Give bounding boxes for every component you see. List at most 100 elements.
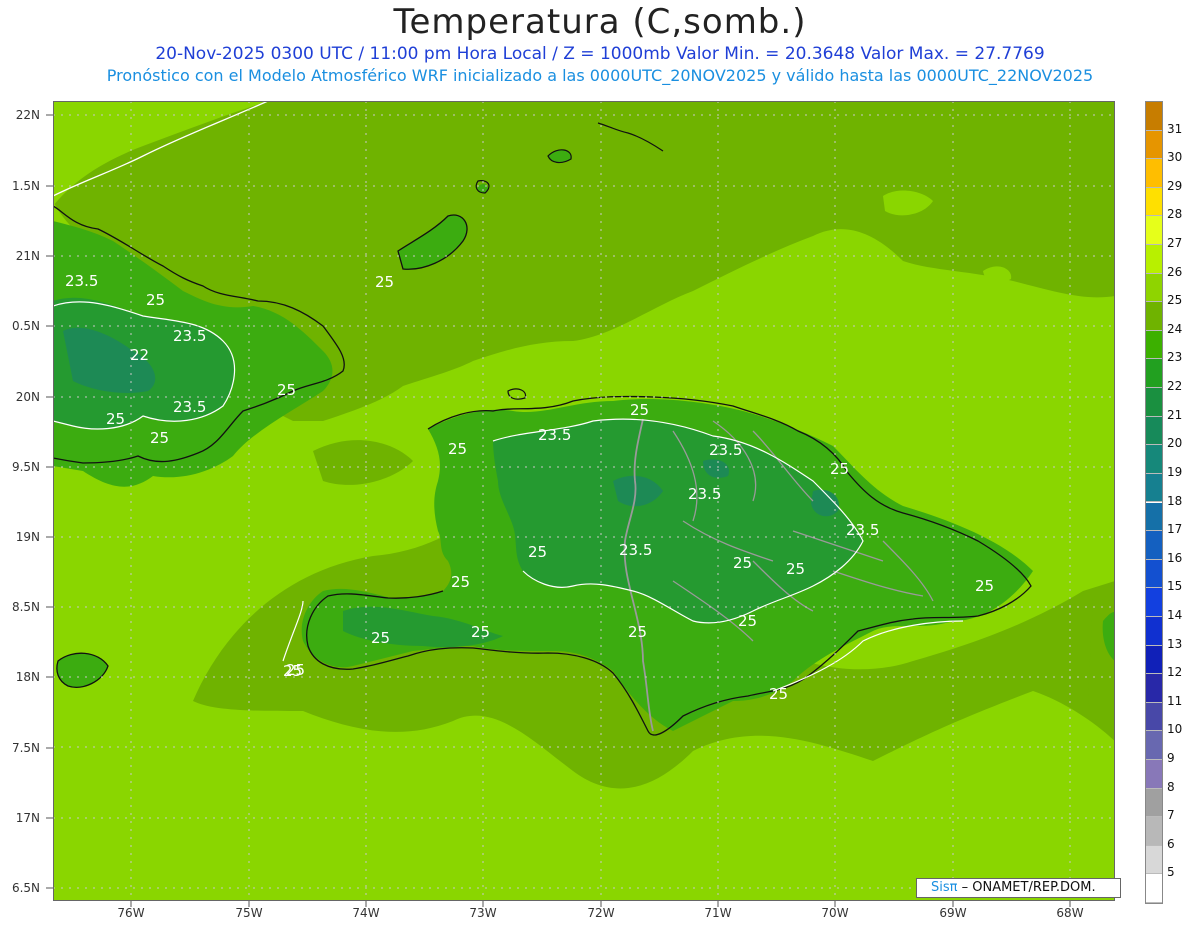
contour-label: 25	[786, 560, 805, 578]
y-tick-label: 21N	[15, 249, 40, 263]
contour-label: 23.5	[619, 541, 652, 559]
contour-label: 25	[375, 273, 394, 291]
colorbar-cell	[1146, 559, 1162, 589]
contour-label: 23.5	[538, 426, 571, 444]
colorbar-label: 15	[1167, 579, 1183, 594]
contour-label: 25	[451, 573, 470, 591]
colorbar-label: 27	[1167, 236, 1183, 251]
colorbar-cell	[1146, 388, 1162, 417]
contour-label: 25	[738, 612, 757, 630]
contour-label: 25	[733, 554, 752, 572]
colorbar-label: 19	[1167, 464, 1183, 479]
colorbar-cell	[1146, 502, 1162, 532]
colorbar-cell	[1146, 845, 1162, 875]
y-tick-label: 18N	[15, 670, 40, 684]
x-tick-label: 72W	[587, 906, 615, 920]
colorbar-label: 30	[1167, 150, 1183, 165]
y-tick-label: 17N	[15, 811, 40, 825]
colorbar-cell	[1146, 187, 1162, 217]
colorbar-label: 28	[1167, 207, 1183, 222]
colorbar-cell	[1146, 674, 1162, 703]
y-tick-label: 8.5N	[11, 600, 40, 614]
colorbar-cell	[1146, 731, 1162, 760]
colorbar-label: 26	[1167, 264, 1183, 279]
colorbar-label: 14	[1167, 607, 1183, 622]
contour-label: 25	[150, 429, 169, 447]
colorbar-label: 10	[1167, 722, 1183, 737]
colorbar-label: 6	[1167, 836, 1175, 851]
colorbar-cell	[1146, 588, 1162, 617]
colorbar-label: 11	[1167, 693, 1183, 708]
x-tick-label: 75W	[235, 906, 263, 920]
credit-sis: Sisπ	[931, 880, 958, 895]
contour-label: 23.5	[173, 398, 206, 416]
contour-label: 23.5	[688, 485, 721, 503]
colorbar-label: 22	[1167, 379, 1183, 394]
y-tick-label: 9.5N	[11, 460, 40, 474]
contour-label: 23.5	[846, 521, 879, 539]
contour-label: 25	[830, 460, 849, 478]
contour-label: 25	[106, 410, 125, 428]
colorbar-label: 7	[1167, 808, 1175, 823]
colorbar-label: 12	[1167, 665, 1183, 680]
colorbar-cell	[1146, 330, 1162, 360]
y-tick-label: 20N	[15, 390, 40, 404]
colorbar-cell	[1146, 302, 1162, 331]
colorbar-cell	[1146, 102, 1162, 131]
colorbar-label: 18	[1167, 493, 1183, 508]
contour-label: 25	[471, 623, 490, 641]
contour-label: 25	[628, 623, 647, 641]
contour-label: 25	[630, 401, 649, 419]
contour-label: 25	[769, 685, 788, 703]
x-tick-label: 74W	[352, 906, 380, 920]
x-tick-label: 71W	[704, 906, 732, 920]
colorbar-label: 24	[1167, 321, 1183, 336]
colorbar-cell	[1146, 445, 1162, 474]
colorbar-cell	[1146, 473, 1162, 503]
map-title: Temperatura (C,somb.)	[393, 2, 807, 42]
contour-label: 25	[528, 543, 547, 561]
map-subtitle-model-info: Pronóstico con el Modelo Atmosférico WRF…	[106, 66, 1094, 85]
y-tick-label: 6.5N	[11, 881, 40, 895]
temperature-map: 23.5 25 22 23.5 23.5 25 25 25 25 25 23.5…	[53, 101, 1115, 901]
x-tick-label: 68W	[1056, 906, 1084, 920]
colorbar-label: 23	[1167, 350, 1183, 365]
contour-label: 25	[975, 577, 994, 595]
colorbar-cell	[1146, 788, 1162, 818]
colorbar-cell	[1146, 531, 1162, 560]
colorbar-cell	[1146, 216, 1162, 246]
colorbar-label: 31	[1167, 121, 1183, 136]
contour-label: 23.5	[173, 327, 206, 345]
colorbar-label: 20	[1167, 436, 1183, 451]
colorbar-label: 13	[1167, 636, 1183, 651]
colorbar-cell	[1146, 273, 1162, 303]
colorbar-label: 16	[1167, 550, 1183, 565]
contour-label: 22	[130, 346, 149, 364]
contour-label: 23.5	[65, 272, 98, 290]
colorbar-label: 5	[1167, 865, 1175, 880]
x-tick-label: 70W	[821, 906, 849, 920]
colorbar-label: 21	[1167, 407, 1183, 422]
colorbar-cell	[1146, 245, 1162, 274]
colorbar-label: 9	[1167, 750, 1175, 765]
colorbar-cell	[1146, 616, 1162, 646]
colorbar-label: 29	[1167, 178, 1183, 193]
credit-org: – ONAMET/REP.DOM.	[957, 880, 1096, 895]
contour-label: 25	[277, 381, 296, 399]
y-tick-label: 7.5N	[11, 741, 40, 755]
colorbar-cell	[1146, 359, 1162, 389]
colorbar-cell	[1146, 702, 1162, 732]
y-tick-label: 1.5N	[11, 179, 40, 193]
colorbar-cell	[1146, 817, 1162, 846]
colorbar-cell	[1146, 874, 1162, 903]
colorbar-cell	[1146, 130, 1162, 160]
colorbar-label: 25	[1167, 293, 1183, 308]
colorbar-cell	[1146, 416, 1162, 446]
colorbar	[1145, 101, 1163, 904]
x-tick-label: 69W	[939, 906, 967, 920]
credit-box: Sisπ – ONAMET/REP.DOM.	[916, 878, 1121, 898]
y-tick-label: 22N	[15, 108, 40, 122]
contour-label: 25	[371, 629, 390, 647]
contour-label: 25	[286, 661, 305, 679]
y-tick-label: 19N	[15, 530, 40, 544]
